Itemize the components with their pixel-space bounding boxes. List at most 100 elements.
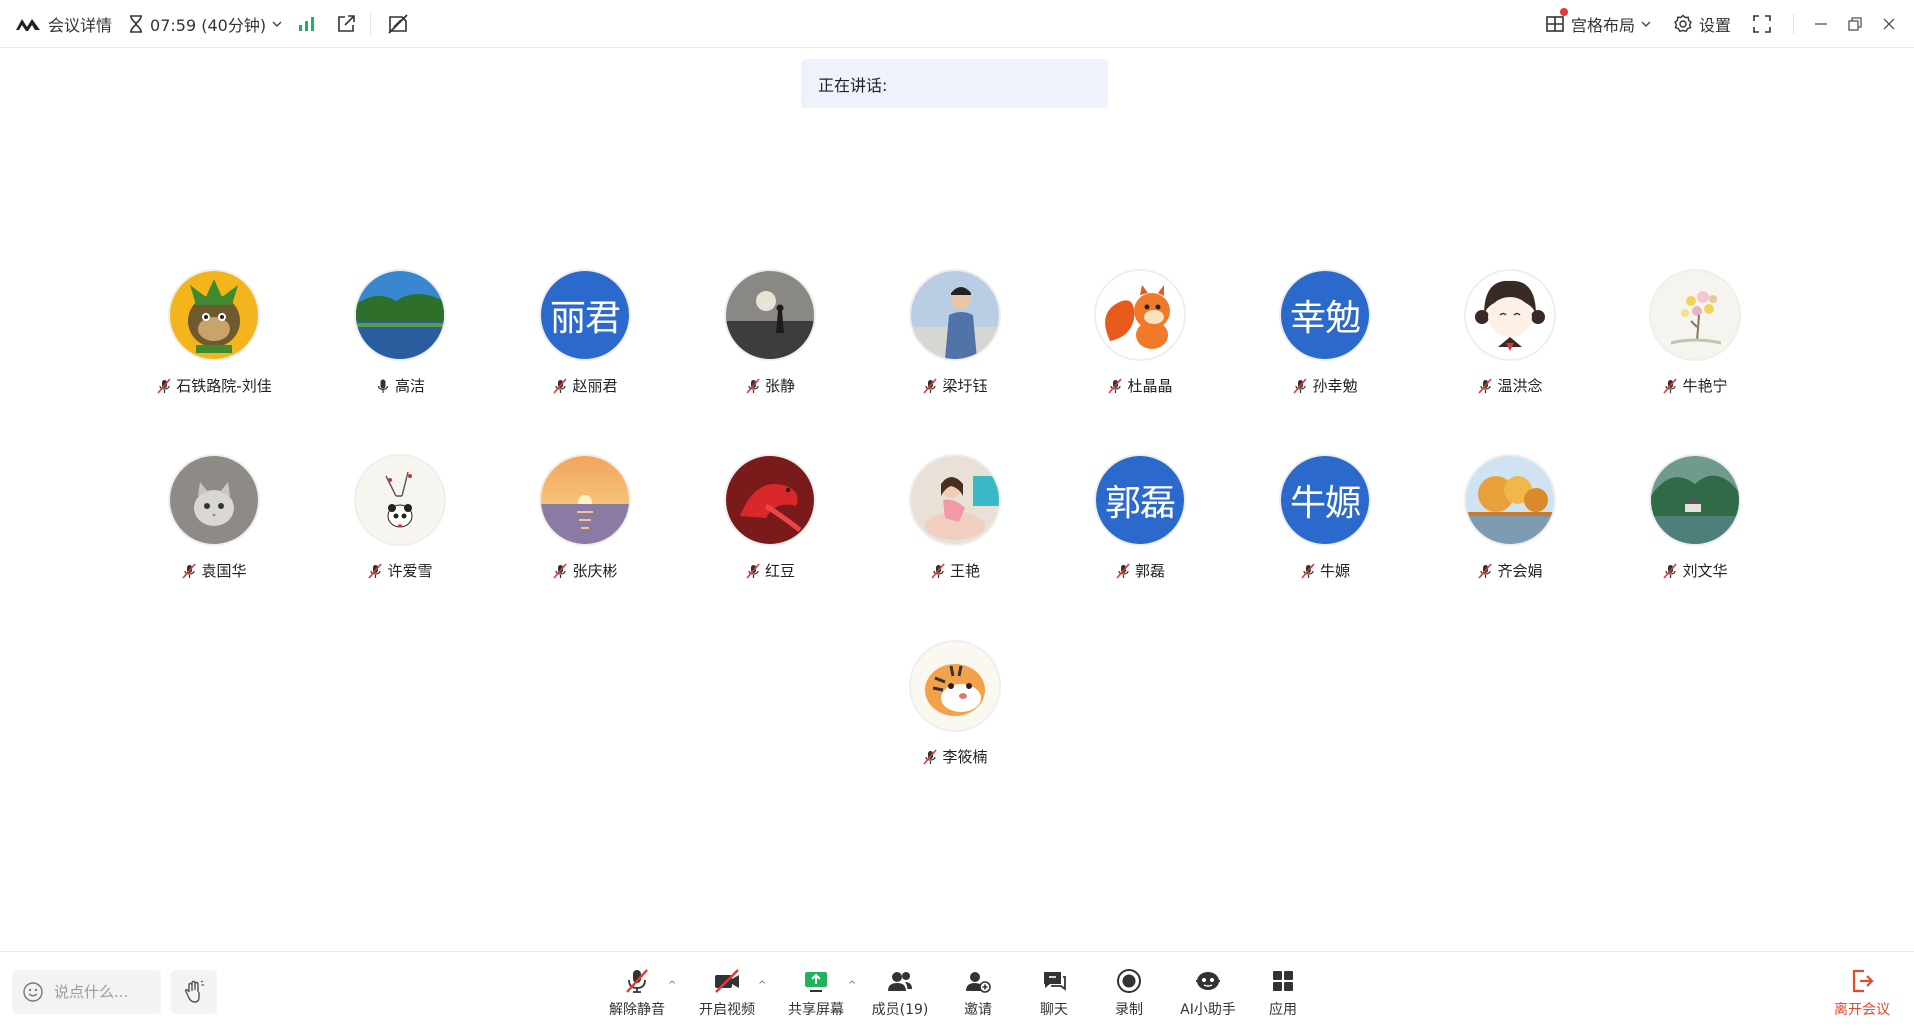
chevron-down-icon <box>1641 21 1651 27</box>
tree-painting-avatar-icon <box>1651 271 1739 359</box>
bottom-toolbar: 解除静音 ^ 开启视频 ^ 共享屏幕 ^ <box>0 951 1914 1030</box>
chevron-down-icon <box>272 21 282 27</box>
raise-hand-button[interactable] <box>171 970 217 1014</box>
apps-grid-icon <box>1273 971 1293 991</box>
mic-muted-icon <box>368 562 383 579</box>
settings-label: 设置 <box>1698 16 1731 35</box>
add-user-icon <box>966 972 991 993</box>
participant-tile[interactable]: 张静 <box>680 271 860 421</box>
restore-icon <box>1848 17 1862 31</box>
annotation-off-button[interactable] <box>387 13 409 34</box>
participant-name: 李筱楠 <box>865 746 1045 767</box>
avatar <box>356 271 444 359</box>
cat-avatar-icon <box>170 456 258 544</box>
avatar: 幸勉 <box>1281 271 1369 359</box>
minimize-button[interactable] <box>1804 0 1838 48</box>
mic-muted-icon <box>923 748 938 765</box>
participant-tile[interactable]: 牛艳宁 <box>1605 271 1785 421</box>
person-avatar-icon <box>911 271 999 359</box>
grid-layout-label: 宫格布局 <box>1570 16 1635 35</box>
mic-muted-icon <box>1293 377 1308 394</box>
avatar <box>170 271 258 359</box>
participant-tile[interactable]: 袁国华 <box>124 456 304 606</box>
chat-button[interactable]: 聊天 <box>1024 968 1084 1022</box>
robot-icon <box>1196 972 1220 990</box>
sunset-avatar-icon <box>726 271 814 359</box>
girl-photo-avatar-icon <box>911 456 999 544</box>
close-button[interactable] <box>1872 0 1906 48</box>
participant-name: 牛艳宁 <box>1605 375 1785 396</box>
record-button[interactable]: 录制 <box>1099 968 1159 1022</box>
signal-bars-icon <box>299 16 315 31</box>
participant-tile[interactable]: 刘文华 <box>1605 456 1785 606</box>
popout-button[interactable] <box>336 14 356 34</box>
participant-tile[interactable]: 牛嫄 牛嫄 <box>1235 456 1415 606</box>
timer-text: 07:59 (40分钟) <box>150 15 267 35</box>
monkey-avatar-icon <box>170 271 258 359</box>
participant-tile[interactable]: 王艳 <box>865 456 1045 606</box>
participant-tile[interactable]: 幸勉 孙幸勉 <box>1235 271 1415 421</box>
participant-name: 许爱雪 <box>310 560 490 581</box>
speaking-indicator: 正在讲话: <box>801 59 1108 108</box>
quick-chat-input[interactable] <box>52 982 156 1002</box>
unmute-button[interactable]: 解除静音 <box>607 968 667 1022</box>
mic-muted-icon <box>931 562 945 579</box>
participant-tile[interactable]: 梁圩钰 <box>865 271 1045 421</box>
emoji-icon[interactable] <box>22 981 44 1003</box>
members-button[interactable]: 成员(19) <box>870 968 930 1022</box>
share-screen-label: 共享屏幕 <box>788 1002 844 1018</box>
restore-button[interactable] <box>1838 0 1872 48</box>
participant-tile[interactable]: 丽君 赵丽君 <box>495 271 675 421</box>
participant-tile[interactable]: 齐会娟 <box>1420 456 1600 606</box>
red-bird-avatar-icon <box>726 456 814 544</box>
hourglass-icon <box>130 14 143 33</box>
autumn-tree-avatar-icon <box>1466 456 1554 544</box>
external-link-icon <box>338 14 355 32</box>
participant-tile[interactable]: 杜晶晶 <box>1050 271 1230 421</box>
participant-tile[interactable]: 石铁路院-刘佳 <box>124 271 304 421</box>
invite-button[interactable]: 邀请 <box>948 968 1008 1022</box>
participant-name: 石铁路院-刘佳 <box>124 375 304 396</box>
mic-icon <box>377 379 389 393</box>
quick-chat-box[interactable] <box>12 970 161 1014</box>
apps-button[interactable]: 应用 <box>1253 968 1313 1022</box>
participant-tile[interactable]: 张庆彬 <box>495 456 675 606</box>
leave-meeting-button[interactable]: 离开会议 <box>1830 968 1894 1022</box>
network-signal[interactable] <box>298 16 316 32</box>
participant-tile[interactable]: 郭磊 郭磊 <box>1050 456 1230 606</box>
avatar <box>726 271 814 359</box>
mic-muted-icon <box>1116 562 1130 579</box>
ai-assistant-label: AI小助手 <box>1180 1002 1236 1018</box>
fullscreen-button[interactable] <box>1753 15 1771 33</box>
mic-muted-icon <box>1663 562 1678 579</box>
start-video-button[interactable]: 开启视频 <box>697 968 757 1022</box>
avatar <box>1096 271 1184 359</box>
mic-muted-icon <box>553 562 568 579</box>
share-screen-button[interactable]: 共享屏幕 <box>786 968 846 1022</box>
lake-avatar-icon <box>356 271 444 359</box>
record-icon <box>1117 969 1141 993</box>
mic-muted-icon <box>923 377 938 394</box>
fullscreen-icon <box>1753 15 1771 33</box>
participant-tile[interactable]: 许爱雪 <box>310 456 490 606</box>
minimize-icon <box>1815 23 1827 25</box>
share-options-caret[interactable]: ^ <box>848 980 856 991</box>
avatar <box>356 456 444 544</box>
participant-name: 赵丽君 <box>495 375 675 396</box>
pen-slash-icon <box>388 13 408 34</box>
participant-tile[interactable]: 李筱楠 <box>865 642 1045 792</box>
ai-assistant-button[interactable]: AI小助手 <box>1173 968 1243 1022</box>
meeting-details-button[interactable]: 会议详情 <box>14 12 112 36</box>
settings-button[interactable]: 设置 <box>1673 12 1731 36</box>
participant-name: 孙幸勉 <box>1235 375 1415 396</box>
meeting-timer[interactable]: 07:59 (40分钟) <box>128 12 282 36</box>
participant-tile[interactable]: 红豆 <box>680 456 860 606</box>
audio-options-caret[interactable]: ^ <box>668 980 676 991</box>
participant-tile[interactable]: 高洁 <box>310 271 490 421</box>
grid-layout-button[interactable]: 宫格布局 <box>1545 8 1651 36</box>
participant-tile[interactable]: 温洪念 <box>1420 271 1600 421</box>
avatar: 牛嫄 <box>1281 456 1369 544</box>
video-options-caret[interactable]: ^ <box>758 980 766 991</box>
members-label: 成员(19) <box>871 1002 929 1018</box>
avatar <box>1651 271 1739 359</box>
